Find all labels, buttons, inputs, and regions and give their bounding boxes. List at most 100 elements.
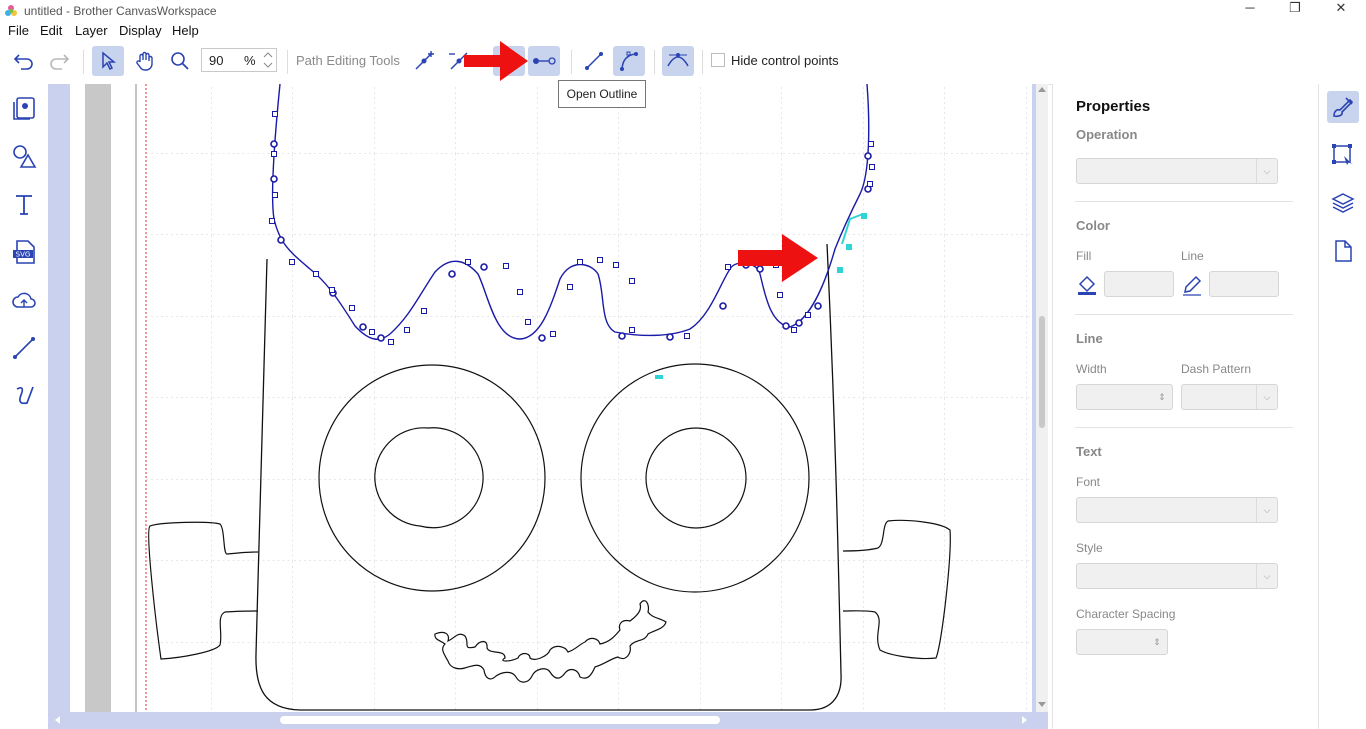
canvas-area[interactable]: [48, 84, 1048, 729]
menu-file[interactable]: File: [8, 23, 29, 38]
character-spacing-stepper[interactable]: ⇕: [1076, 629, 1168, 655]
control-point[interactable]: [684, 333, 690, 339]
control-point[interactable]: [349, 305, 355, 311]
style-select[interactable]: ⌵: [1076, 563, 1278, 589]
open-outline-button[interactable]: [528, 46, 560, 76]
cloud-button[interactable]: [10, 286, 38, 314]
checkbox-box[interactable]: [711, 53, 725, 67]
pattern-library-button[interactable]: [10, 94, 38, 122]
path-node[interactable]: [480, 263, 488, 271]
smooth-node-button[interactable]: [662, 46, 694, 76]
control-point[interactable]: [791, 327, 797, 333]
menu-edit[interactable]: Edit: [40, 23, 62, 38]
scroll-up-icon[interactable]: [1038, 86, 1046, 94]
path-node[interactable]: [756, 265, 764, 273]
zoom-stepper-icon[interactable]: [260, 49, 276, 71]
scroll-right-icon[interactable]: [1020, 716, 1028, 724]
restore-button[interactable]: ❐: [1272, 0, 1318, 22]
control-point[interactable]: [517, 289, 523, 295]
pan-tool-button[interactable]: [129, 46, 161, 76]
control-point[interactable]: [313, 271, 319, 277]
control-point[interactable]: [725, 264, 731, 270]
control-point[interactable]: [525, 319, 531, 325]
workspace-canvas[interactable]: [70, 84, 1032, 712]
fill-color-field[interactable]: [1104, 271, 1174, 297]
shapes-button[interactable]: [10, 142, 38, 170]
control-point[interactable]: [869, 164, 875, 170]
vertical-scroll-thumb[interactable]: [1039, 316, 1045, 428]
path-node[interactable]: [448, 270, 456, 278]
straight-line-button[interactable]: [578, 46, 610, 76]
menu-display[interactable]: Display: [119, 23, 162, 38]
path-node[interactable]: [270, 175, 278, 183]
close-button[interactable]: ✕: [1318, 0, 1364, 22]
control-point[interactable]: [577, 259, 583, 265]
control-point[interactable]: [550, 331, 556, 337]
zoom-tool-button[interactable]: [164, 46, 196, 76]
redo-button[interactable]: [43, 46, 75, 76]
control-point[interactable]: [465, 259, 471, 265]
control-point[interactable]: [867, 181, 873, 187]
control-point[interactable]: [388, 339, 394, 345]
font-select[interactable]: ⌵: [1076, 497, 1278, 523]
page-tab-button[interactable]: [1327, 235, 1359, 267]
path-node[interactable]: [782, 322, 790, 330]
minimize-button[interactable]: ─: [1227, 0, 1273, 22]
scroll-down-icon[interactable]: [1038, 700, 1046, 708]
control-point[interactable]: [613, 262, 619, 268]
select-tool-button[interactable]: [92, 46, 124, 76]
menu-layer[interactable]: Layer: [75, 23, 108, 38]
control-point[interactable]: [777, 292, 783, 298]
path-node[interactable]: [618, 332, 626, 340]
design-drawing[interactable]: [70, 84, 1032, 712]
control-point[interactable]: [597, 257, 603, 263]
add-node-button[interactable]: [408, 46, 440, 76]
path-node[interactable]: [795, 319, 803, 327]
control-point[interactable]: [629, 327, 635, 333]
operation-select[interactable]: ⌵: [1076, 158, 1278, 184]
horizontal-scroll-thumb[interactable]: [280, 716, 720, 724]
control-point[interactable]: [629, 278, 635, 284]
zoom-input[interactable]: 90 %: [201, 48, 277, 72]
control-point[interactable]: [567, 284, 573, 290]
undo-button[interactable]: [8, 46, 40, 76]
control-point[interactable]: [272, 111, 278, 117]
vertical-scrollbar[interactable]: [1036, 84, 1048, 712]
curve-button[interactable]: [613, 46, 645, 76]
control-point[interactable]: [271, 151, 277, 157]
control-point[interactable]: [289, 259, 295, 265]
path-node[interactable]: [277, 236, 285, 244]
path-node[interactable]: [359, 323, 367, 331]
width-stepper[interactable]: ⇕: [1076, 384, 1173, 410]
transform-tab-button[interactable]: [1327, 139, 1359, 171]
control-point[interactable]: [404, 327, 410, 333]
svg-import-button[interactable]: SVG: [10, 238, 38, 266]
menu-help[interactable]: Help: [172, 23, 199, 38]
line-color-field[interactable]: [1209, 271, 1279, 297]
path-node[interactable]: [719, 302, 727, 310]
layers-tab-button[interactable]: [1327, 187, 1359, 219]
path-node[interactable]: [377, 334, 385, 342]
fill-bucket-icon[interactable]: [1076, 274, 1098, 296]
control-point[interactable]: [329, 287, 335, 293]
control-point[interactable]: [272, 192, 278, 198]
freehand-button[interactable]: [10, 382, 38, 410]
horizontal-scrollbar[interactable]: [48, 712, 1036, 729]
control-point[interactable]: [421, 308, 427, 314]
path-node[interactable]: [270, 140, 278, 148]
path-node[interactable]: [538, 334, 546, 342]
path-node[interactable]: [814, 302, 822, 310]
path-node[interactable]: [666, 333, 674, 341]
control-point[interactable]: [369, 329, 375, 335]
control-point[interactable]: [503, 263, 509, 269]
scroll-left-icon[interactable]: [54, 716, 62, 724]
properties-tab-button[interactable]: [1327, 91, 1359, 123]
dash-pattern-select[interactable]: ⌵: [1181, 384, 1278, 410]
text-tool-button[interactable]: [10, 190, 38, 218]
path-node[interactable]: [864, 152, 872, 160]
line-draw-button[interactable]: [10, 334, 38, 362]
control-point[interactable]: [868, 141, 874, 147]
line-pen-icon[interactable]: [1181, 274, 1203, 296]
control-point[interactable]: [805, 312, 811, 318]
control-point[interactable]: [269, 218, 275, 224]
